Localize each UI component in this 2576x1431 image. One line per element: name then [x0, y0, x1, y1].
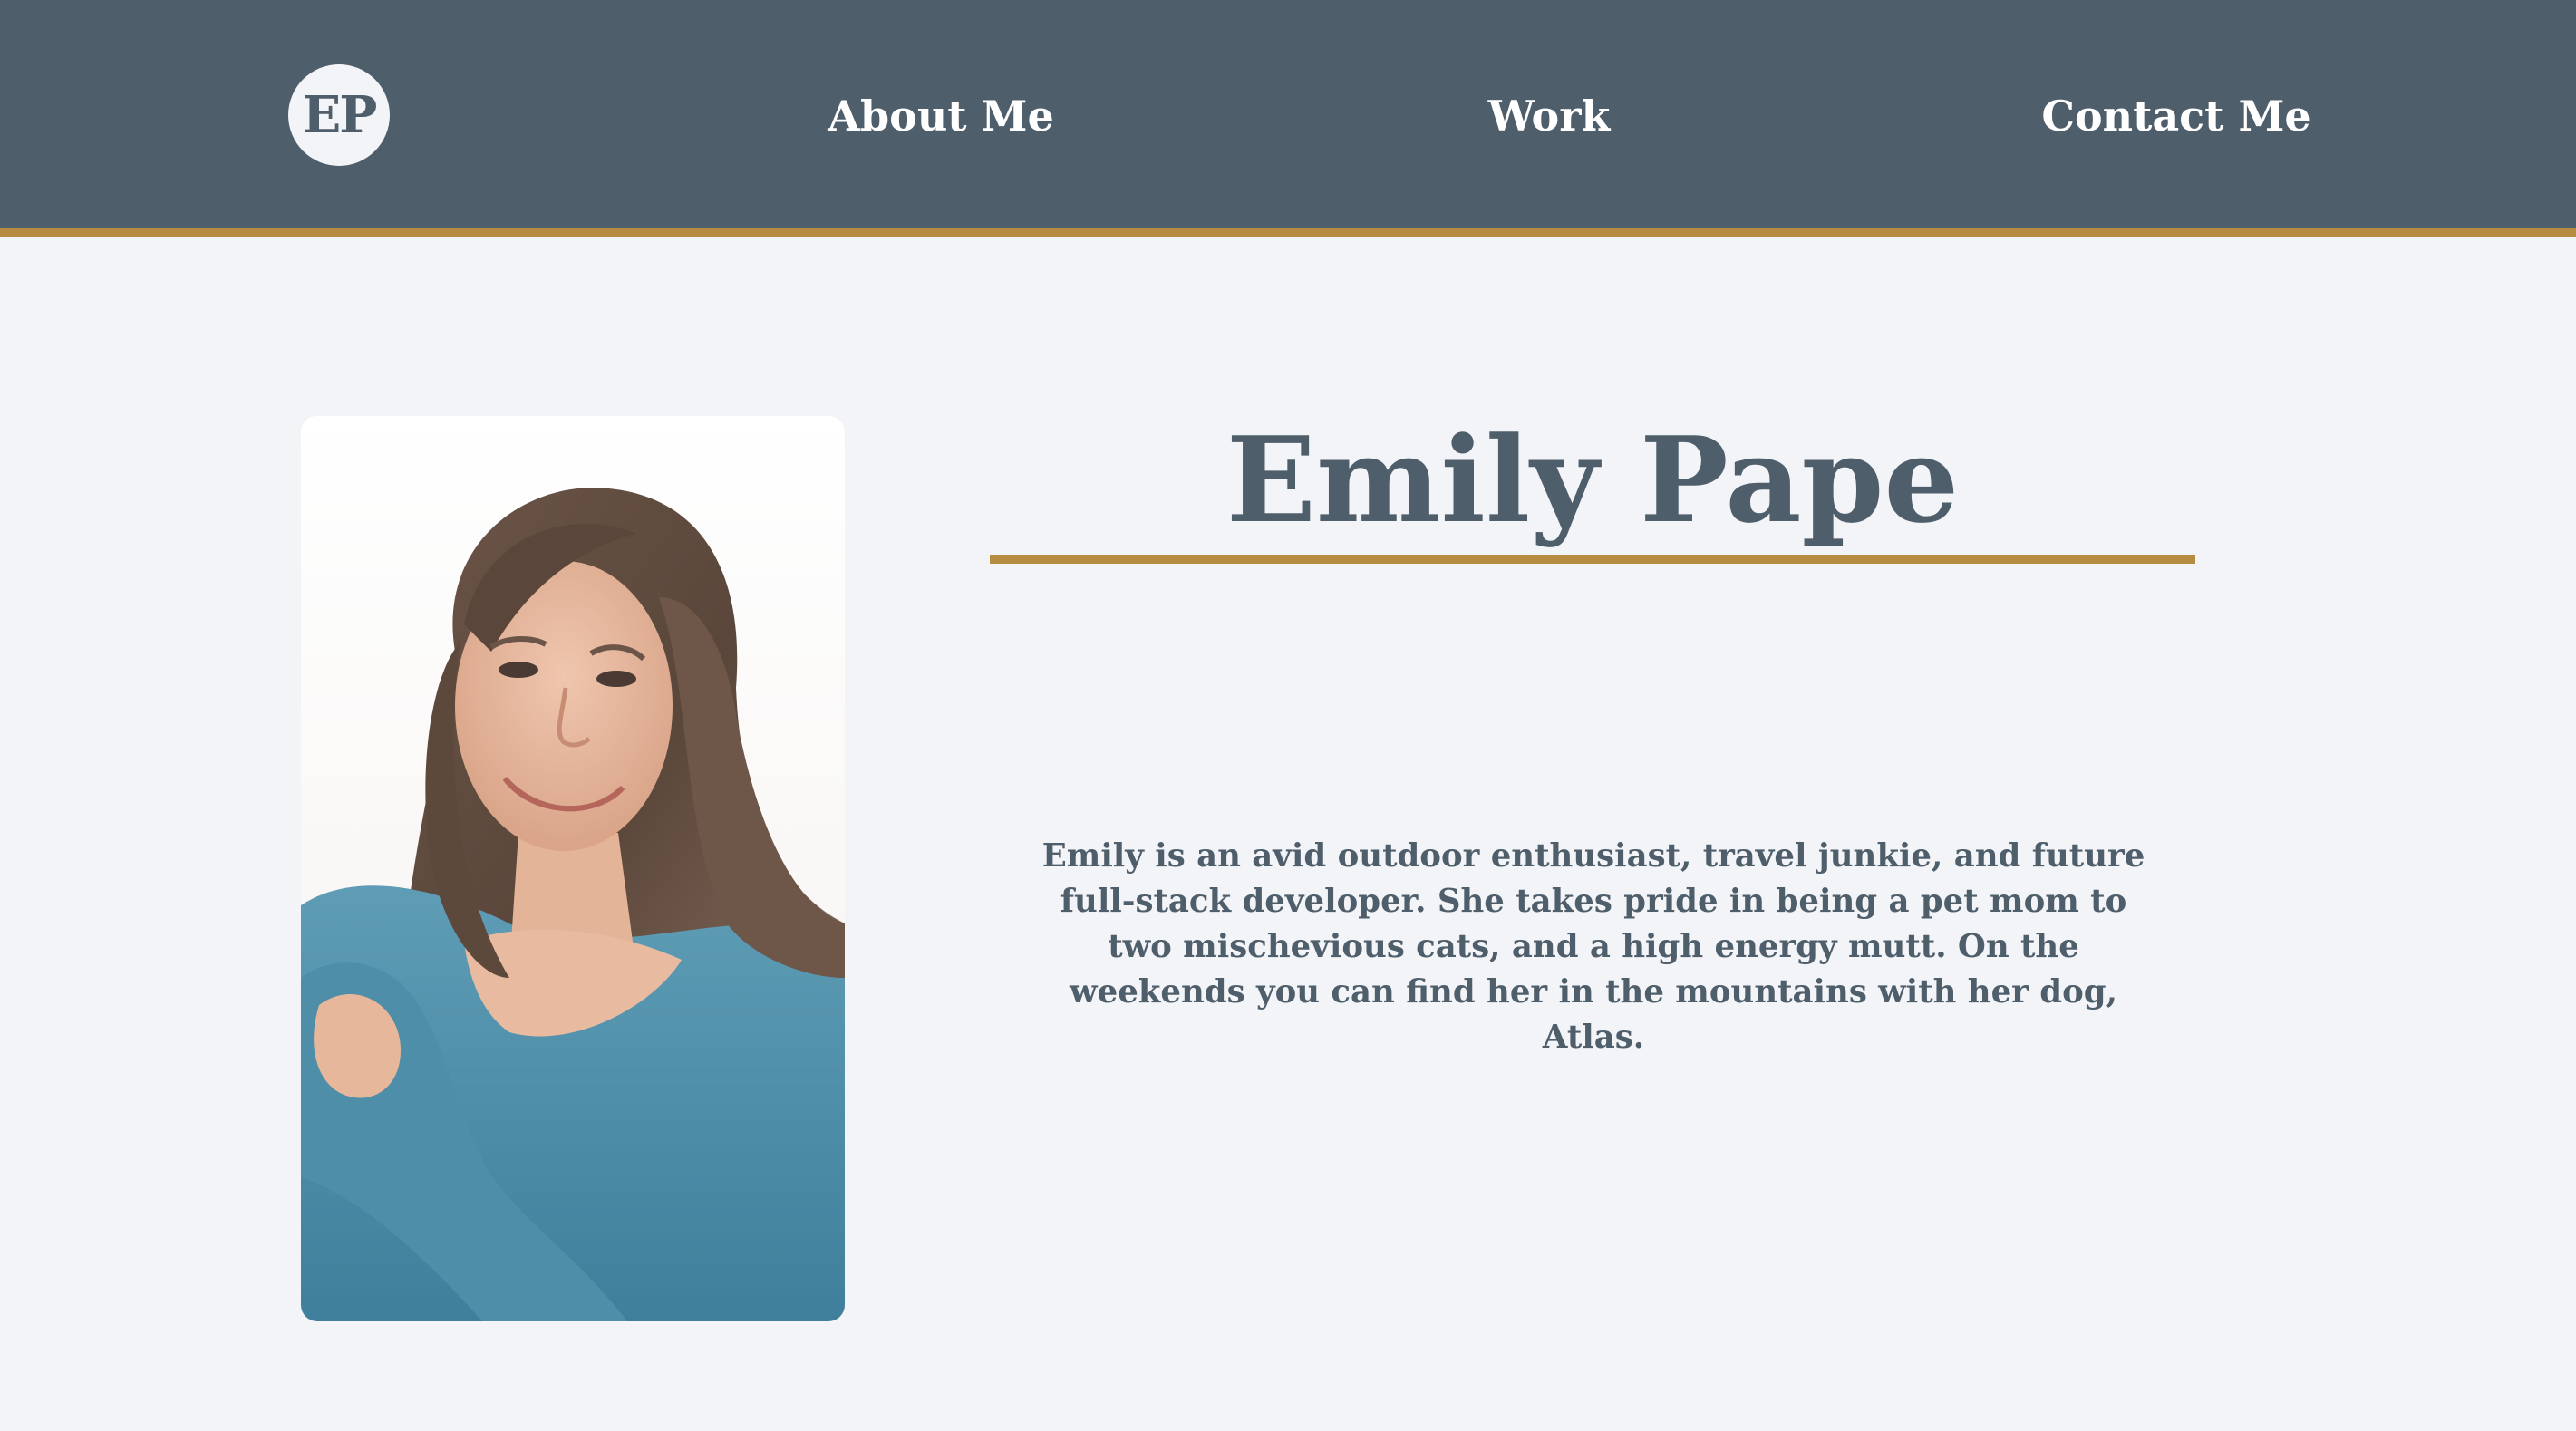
portrait-photo-icon [301, 416, 845, 1321]
top-navbar: EP About Me Work Contact Me [0, 0, 2576, 228]
navbar-accent-divider [0, 228, 2576, 237]
nav-link-contact-me[interactable]: Contact Me [2041, 86, 2310, 146]
nav-link-about-me[interactable]: About Me [828, 86, 1053, 146]
profile-name-heading: Emily Pape [1225, 411, 1960, 549]
ep-logo-icon[interactable]: EP [288, 64, 390, 166]
name-accent-divider [990, 555, 2195, 564]
nav-link-work[interactable]: Work [1488, 86, 1611, 146]
logo-text: EP [302, 85, 378, 145]
profile-photo [301, 416, 845, 1321]
profile-bio-text: Emily is an avid outdoor enthusiast, tra… [1041, 837, 2145, 1056]
